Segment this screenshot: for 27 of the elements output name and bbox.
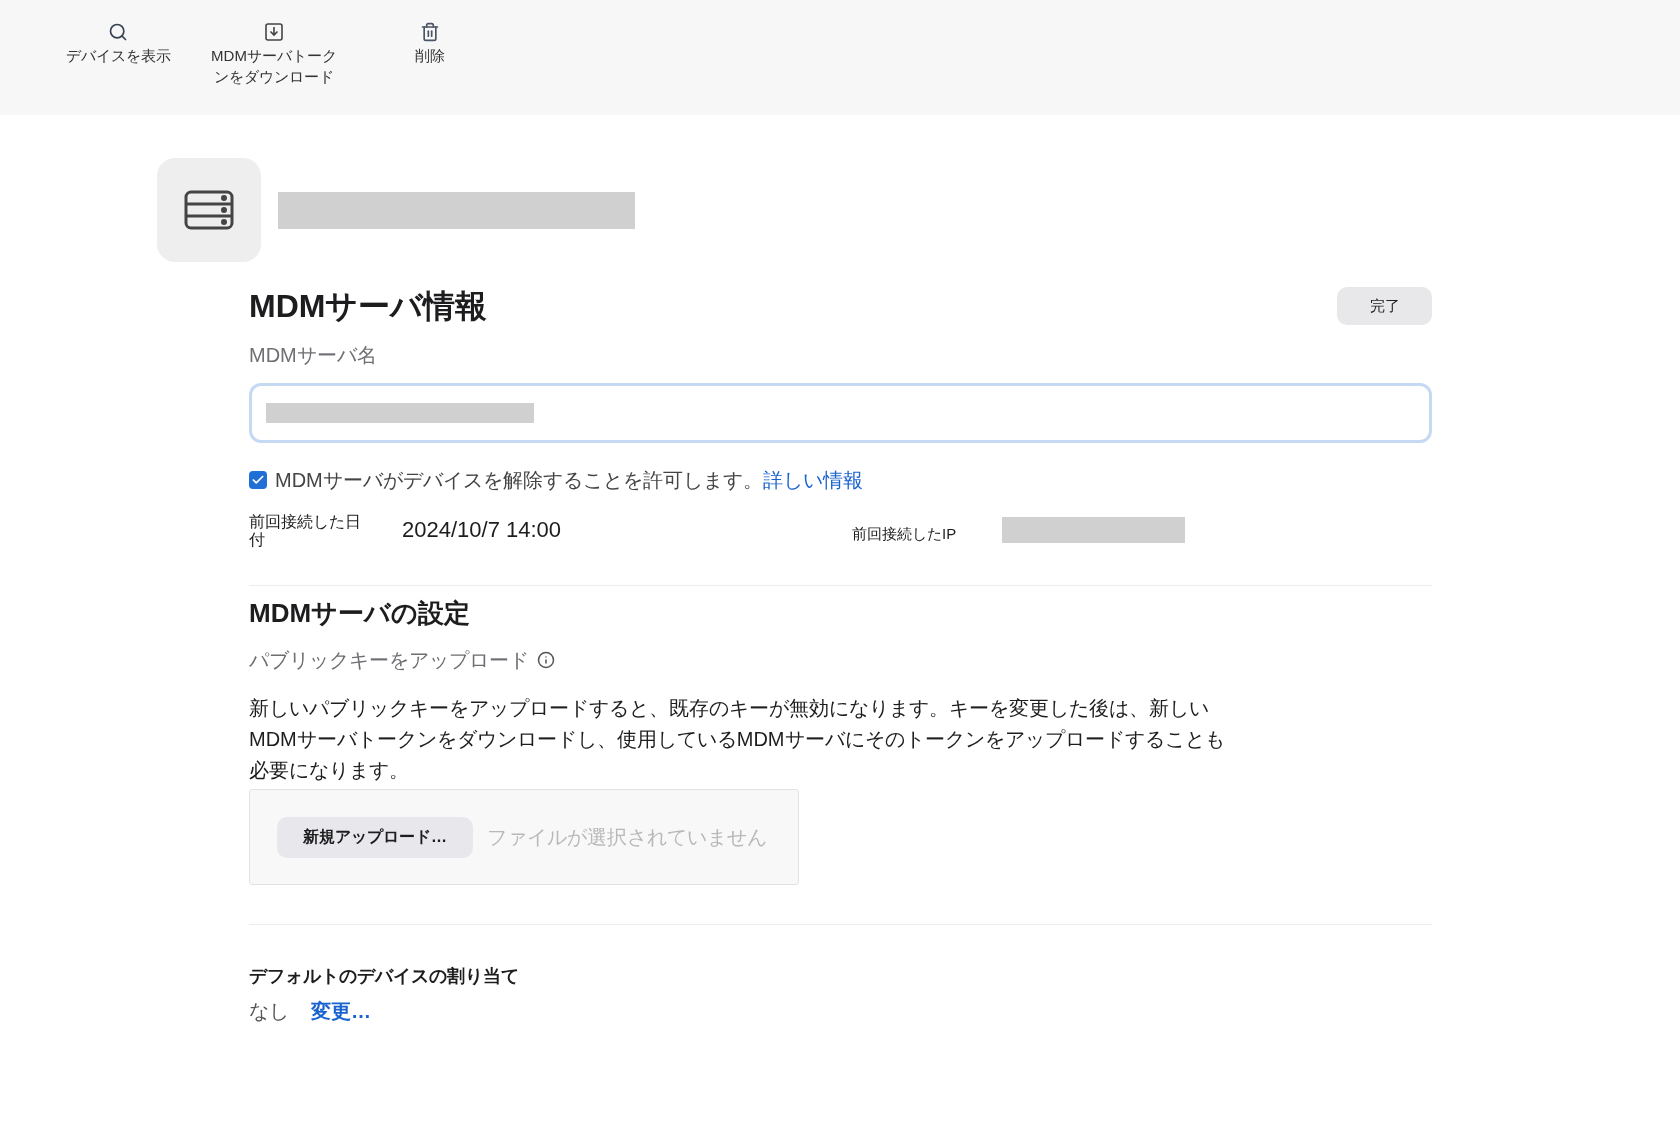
check-icon: [251, 473, 265, 487]
assignment-title: デフォルトのデバイスの割り当て: [249, 965, 519, 988]
date-value: 2024/10/7 14:00: [402, 516, 563, 544]
section-title: MDMサーバ情報: [249, 287, 488, 326]
field-label: パブリックキーをアップロード: [249, 648, 529, 673]
section-title: MDMサーバの設定: [249, 597, 472, 630]
checkbox[interactable]: [249, 471, 267, 489]
download-icon: [264, 22, 284, 42]
done-button[interactable]: 完了: [1337, 287, 1432, 325]
assignment-value: なし: [249, 999, 289, 1024]
change-link[interactable]: 変更…: [311, 996, 371, 1026]
input-field[interactable]: [249, 383, 1432, 443]
server-icon: [184, 190, 234, 230]
toolbar-button[interactable]: デバイスを表示: [50, 22, 186, 66]
description-text: 新しいパブリックキーをアップロードすると、既存のキーが無効になります。キーを変更した後は、新しいMDMサーバトークンをダウンロードし、使用しているMDMサーバにそのトークンをアップロードすることも必要になります。: [249, 696, 1226, 783]
toolbar-button[interactable]: 削除: [362, 22, 498, 66]
checkbox-label: MDMサーバがデバイスを解除することを許可します。: [275, 468, 763, 493]
toolbar-button[interactable]: MDMサーバトークンをダウンロード: [206, 22, 342, 87]
learn-more-link[interactable]: 詳しい情報: [762, 465, 863, 495]
info-icon[interactable]: [537, 651, 555, 669]
field-label: 前回接続した日付: [249, 513, 362, 549]
search-icon: [108, 22, 128, 42]
field-label: 前回接続したIP: [852, 524, 958, 544]
field-label: MDMサーバ名: [249, 343, 377, 368]
upload-button[interactable]: 新規アップロード…: [277, 816, 473, 858]
no-file-text: ファイルが選択されていません: [487, 825, 767, 850]
trash-icon: [420, 22, 440, 42]
